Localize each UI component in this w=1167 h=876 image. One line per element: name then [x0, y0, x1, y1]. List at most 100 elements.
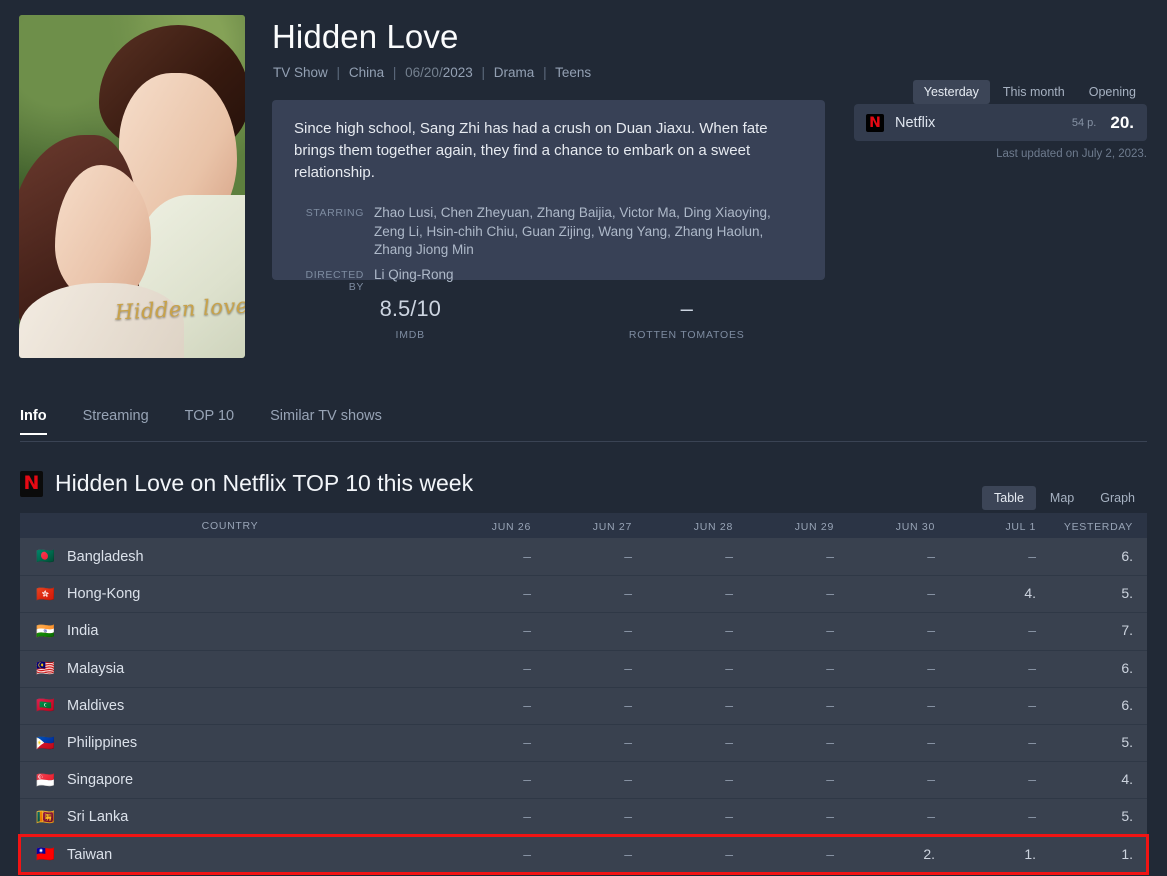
table-cell-rank: – [642, 622, 743, 640]
table-row[interactable]: 🇵🇭 Philippines – – – – – – 5. [20, 723, 1147, 762]
table-cell-rank: – [642, 548, 743, 566]
rating-imdb-value: 8.5/10 [379, 296, 441, 321]
table-header-cell: JUL 1 [945, 517, 1046, 535]
country-flag-icon: 🇵🇭 [36, 733, 55, 752]
table-cell-rank: – [440, 660, 541, 678]
table-cell-country: 🇮🇳 India [20, 623, 440, 639]
table-cell-rank: – [743, 622, 844, 640]
view-tab-graph[interactable]: Graph [1088, 486, 1147, 510]
rank-value: – [1028, 734, 1036, 751]
country-name: Singapore [67, 772, 134, 789]
table-cell-rank: – [743, 585, 844, 603]
range-tab-yesterday[interactable]: Yesterday [912, 80, 990, 104]
table-row[interactable]: 🇮🇳 India – – – – – – 7. [20, 612, 1147, 650]
rating-rotten-tomatoes: – ROTTEN TOMATOES [549, 296, 826, 341]
section-heading: N Hidden Love on Netflix TOP 10 this wee… [20, 470, 473, 497]
rank-value: – [523, 622, 531, 639]
rank-value: – [725, 585, 733, 602]
rating-imdb-label: IMDB [395, 329, 425, 341]
table-cell-rank: 4. [1046, 771, 1147, 789]
netflix-icon-letter: N [869, 114, 881, 131]
table-cell-country: 🇭🇰 Hong-Kong [20, 586, 440, 602]
meta-date-year: 2023 [442, 65, 473, 80]
table-cell-country: 🇲🇻 Maldives [20, 698, 440, 714]
rank-value: – [1028, 771, 1036, 788]
tab-info[interactable]: Info [20, 408, 47, 435]
rank-value: – [725, 771, 733, 788]
table-cell-rank: – [945, 808, 1046, 826]
rank-value: – [725, 547, 733, 564]
rank-value: – [826, 696, 834, 713]
table-cell-rank: – [945, 548, 1046, 566]
table-cell-country: 🇧🇩 Bangladesh [20, 549, 440, 565]
rank-value: 7. [1121, 622, 1133, 639]
table-row[interactable]: 🇸🇬 Singapore – – – – – – 4. [20, 761, 1147, 799]
table-cell-rank: – [743, 660, 844, 678]
range-tab-opening[interactable]: Opening [1078, 80, 1147, 104]
table-cell-rank: – [743, 771, 844, 789]
netflix-icon: N [866, 113, 884, 132]
table-cell-rank: 5. [1046, 808, 1147, 826]
table-row[interactable]: 🇲🇾 Malaysia – – – – – – 6. [20, 649, 1147, 687]
rank-value: 5. [1121, 808, 1133, 825]
table-cell-rank: – [945, 734, 1046, 752]
table-cell-rank: 1. [1046, 846, 1147, 864]
table-cell-rank: – [743, 734, 844, 752]
rank-value: – [624, 771, 632, 788]
rank-value: – [927, 771, 935, 788]
table-cell-rank: 7. [1046, 622, 1147, 640]
rank-value: 2. [923, 845, 935, 862]
tab-top-10[interactable]: TOP 10 [185, 408, 234, 434]
country-name: India [67, 623, 99, 640]
rank-value: – [826, 845, 834, 862]
tab-similar-tv-shows[interactable]: Similar TV shows [270, 408, 382, 434]
table-cell-rank: 5. [1046, 585, 1147, 603]
rank-value: – [725, 808, 733, 825]
table-cell-rank: – [844, 660, 945, 678]
tab-streaming[interactable]: Streaming [83, 408, 149, 434]
rank-value: 6. [1121, 659, 1133, 676]
country-name: Hong-Kong [67, 586, 141, 603]
table-cell-rank: 6. [1046, 548, 1147, 566]
table-cell-rank: – [541, 622, 642, 640]
rank-value: 5. [1121, 585, 1133, 602]
table-header-cell: COUNTRY [20, 520, 440, 532]
table-row[interactable]: 🇲🇻 Maldives – – – – – – 6. [20, 686, 1147, 724]
table-row[interactable]: 🇱🇰 Sri Lanka – – – – – – 5. [20, 798, 1147, 836]
rank-value: – [826, 622, 834, 639]
platform-name: Netflix [895, 114, 936, 131]
rank-value: 1. [1024, 845, 1036, 862]
country-flag-icon: 🇧🇩 [36, 547, 55, 566]
table-cell-rank: – [743, 697, 844, 715]
meta-separator: | [543, 65, 547, 80]
page-title: Hidden Love [272, 18, 459, 55]
country-flag-icon: 🇮🇳 [36, 621, 55, 640]
table-row[interactable]: 🇭🇰 Hong-Kong – – – – – 4. 5. [20, 575, 1147, 613]
table-row[interactable]: 🇹🇼 Taiwan – – – – 2. 1. 1. [18, 833, 1149, 875]
table-cell-country: 🇱🇰 Sri Lanka [20, 809, 440, 825]
table-cell-rank: – [642, 771, 743, 789]
rank-value: – [725, 659, 733, 676]
view-tab-table[interactable]: Table [982, 486, 1036, 510]
table-cell-rank: – [440, 771, 541, 789]
table-row[interactable]: 🇧🇩 Bangladesh – – – – – – 6. [20, 538, 1147, 576]
view-tab-group: Table Map Graph [982, 486, 1147, 510]
table-cell-country: 🇸🇬 Singapore [20, 772, 440, 788]
table-cell-rank: 1. [945, 846, 1046, 864]
credit-row: STARRING Zhao Lusi, Chen Zheyuan, Zhang … [294, 204, 803, 260]
table-cell-rank: 5. [1046, 734, 1147, 752]
rank-value: – [927, 585, 935, 602]
table-cell-rank: – [743, 846, 844, 864]
rank-value: – [927, 808, 935, 825]
table-cell-rank: – [945, 660, 1046, 678]
rank-value: – [624, 659, 632, 676]
table-cell-rank: – [541, 846, 642, 864]
rank-value: – [1028, 622, 1036, 639]
rank-value: – [523, 547, 531, 564]
table-cell-rank: – [541, 548, 642, 566]
view-tab-map[interactable]: Map [1038, 486, 1086, 510]
range-tab-this-month[interactable]: This month [992, 80, 1076, 104]
table-cell-rank: – [844, 622, 945, 640]
rank-value: – [725, 845, 733, 862]
platform-rank-card[interactable]: N Netflix 54 p. 20. [854, 104, 1147, 141]
